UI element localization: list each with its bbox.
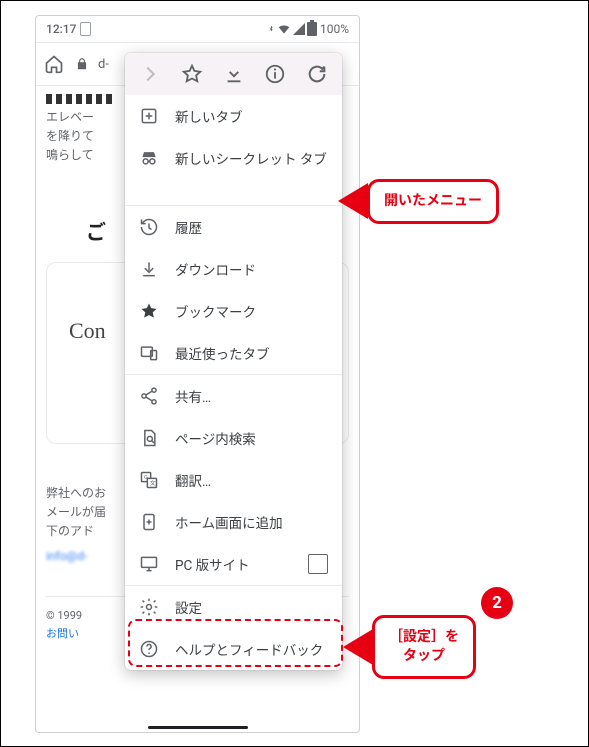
nav-bar-handle <box>148 726 248 729</box>
menu-label: 共有… <box>175 386 328 406</box>
menu-bookmarks[interactable]: ブックマーク <box>125 290 342 332</box>
menu-label: 新しいタブ <box>175 106 328 126</box>
menu-label: PC 版サイト <box>175 554 308 574</box>
battery-percent: 100% <box>320 22 349 36</box>
checkbox-unchecked-icon[interactable] <box>308 554 328 574</box>
callout-text: タップ <box>389 647 459 666</box>
menu-add-home[interactable]: ホーム画面に追加 <box>125 501 342 543</box>
menu-label: ページ内検索 <box>175 428 328 448</box>
download-icon <box>139 259 159 279</box>
find-in-page-icon <box>139 428 159 448</box>
menu-share[interactable]: 共有… <box>125 375 342 417</box>
bluetooth-icon <box>267 22 275 36</box>
menu-history[interactable]: 履歴 <box>125 206 342 248</box>
callout-arrow-icon <box>343 629 373 665</box>
menu-translate[interactable]: G文 翻訳… <box>125 459 342 501</box>
incognito-icon <box>139 148 159 168</box>
callout-arrow-icon <box>338 183 368 219</box>
star-icon[interactable] <box>181 63 203 85</box>
forward-icon[interactable] <box>139 63 161 85</box>
status-clock: 12:17 <box>46 22 76 36</box>
overflow-menu: 新しいタブ 新しいシークレット タブ 履歴 ダウンロード <box>125 53 342 670</box>
status-bar: 12:17 100% <box>36 16 359 42</box>
callout-bubble: ［設定］を タップ <box>372 615 476 679</box>
translate-icon: G文 <box>139 470 159 490</box>
share-icon <box>139 386 159 406</box>
star-filled-icon <box>139 301 159 321</box>
menu-label: 最近使ったタブ <box>175 343 328 363</box>
step-number: 2 <box>492 593 502 613</box>
step-badge: 2 <box>481 587 513 619</box>
download-icon[interactable] <box>223 63 245 85</box>
menu-label: ホーム画面に追加 <box>175 512 328 532</box>
menu-desktop-site[interactable]: PC 版サイト <box>125 543 342 585</box>
home-icon[interactable] <box>44 54 64 74</box>
menu-settings[interactable]: 設定 <box>125 586 342 628</box>
menu-help[interactable]: ヘルプとフィードバック <box>125 628 342 670</box>
menu-label: 翻訳… <box>175 470 328 490</box>
lock-icon <box>72 54 92 74</box>
gear-icon <box>139 597 159 617</box>
help-icon <box>139 639 159 659</box>
page-logo-bar <box>46 94 116 104</box>
menu-downloads[interactable]: ダウンロード <box>125 248 342 290</box>
callout-bubble: 開いたメニュー <box>367 179 499 224</box>
battery-icon <box>307 22 317 36</box>
signal-icon <box>293 23 305 35</box>
reload-icon[interactable] <box>306 63 328 85</box>
svg-text:G: G <box>144 475 148 481</box>
add-home-icon <box>139 512 159 532</box>
devices-icon <box>139 343 159 363</box>
menu-incognito[interactable]: 新しいシークレット タブ <box>125 137 342 179</box>
battery-indicator: 100% <box>307 22 349 36</box>
menu-label: ダウンロード <box>175 259 328 279</box>
plus-box-icon <box>139 106 159 126</box>
menu-find[interactable]: ページ内検索 <box>125 417 342 459</box>
callout-text: ［設定］を <box>389 628 459 647</box>
info-icon[interactable] <box>264 63 286 85</box>
menu-label: ブックマーク <box>175 301 328 321</box>
history-icon <box>139 217 159 237</box>
menu-action-row <box>125 53 342 95</box>
menu-label: 新しいシークレット タブ <box>175 148 328 168</box>
callout-text: 開いたメニュー <box>384 193 482 209</box>
wifi-icon <box>277 22 291 36</box>
desktop-icon <box>139 554 159 574</box>
menu-label: ヘルプとフィードバック <box>175 639 328 659</box>
menu-label: 設定 <box>175 597 328 617</box>
callout-opened-menu: 開いたメニュー <box>338 179 499 224</box>
callout-tap-settings: ［設定］を タップ <box>343 615 476 679</box>
svg-text:文: 文 <box>150 479 156 487</box>
menu-recent-tabs[interactable]: 最近使ったタブ <box>125 332 342 374</box>
menu-label: 履歴 <box>175 217 328 237</box>
menu-new-tab[interactable]: 新しいタブ <box>125 95 342 137</box>
sd-card-icon <box>80 22 91 36</box>
